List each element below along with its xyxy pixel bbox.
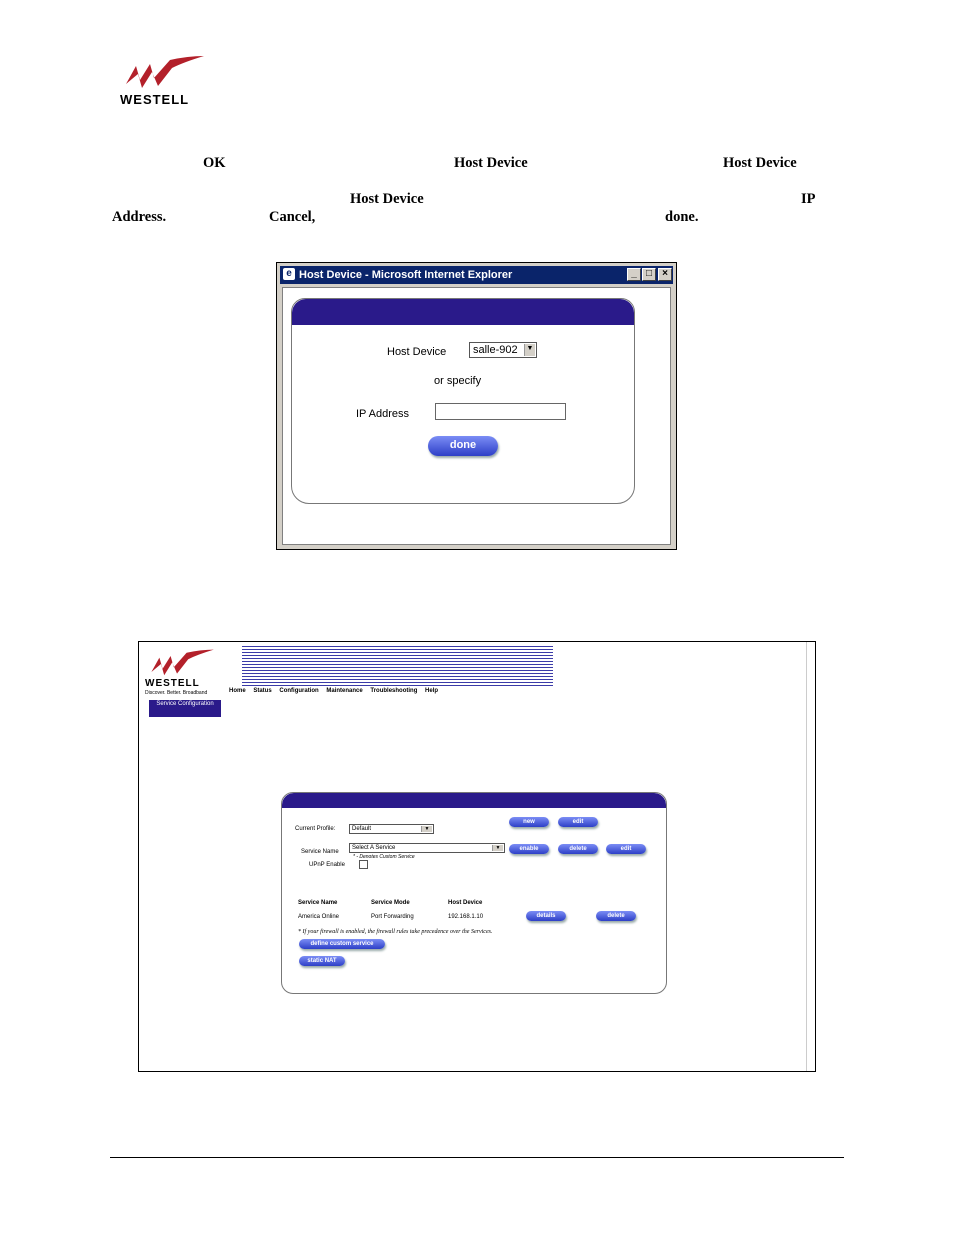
- text-done: done.: [665, 209, 699, 225]
- text-ok: OK: [203, 155, 226, 171]
- window-title: Host Device - Microsoft Internet Explore…: [299, 269, 513, 281]
- maximize-button[interactable]: □: [642, 268, 656, 281]
- service-name-select[interactable]: Select A Service ▼: [349, 843, 505, 853]
- router-brand-name: WESTELL: [145, 678, 200, 689]
- edit-profile-button[interactable]: edit: [558, 817, 598, 827]
- window-titlebar: e Host Device - Microsoft Internet Explo…: [280, 266, 673, 284]
- row-host-device: 192.168.1.10: [448, 914, 484, 920]
- new-profile-button[interactable]: new: [509, 817, 549, 827]
- details-button[interactable]: details: [526, 911, 566, 921]
- firewall-note: * If your firewall is enabled, the firew…: [298, 929, 493, 935]
- row-service-mode: Port Forwarding: [371, 914, 414, 920]
- nav-configuration[interactable]: Configuration: [279, 688, 318, 694]
- close-button[interactable]: ×: [658, 268, 672, 281]
- static-nat-button[interactable]: static NAT: [299, 956, 345, 966]
- westell-logo: WESTELL: [118, 54, 208, 107]
- service-configuration-screenshot: WESTELL Discover. Better. Broadband Home…: [138, 641, 816, 1072]
- chevron-down-icon: ▼: [524, 344, 535, 356]
- westell-swoosh-icon: [151, 649, 214, 676]
- minimize-button[interactable]: _: [627, 268, 641, 281]
- host-device-panel: Host Device salle-902 ▼ or specify IP Ad…: [291, 298, 635, 504]
- text-host-device-3: Host Device: [350, 191, 424, 207]
- nav-maintenance[interactable]: Maintenance: [326, 688, 362, 694]
- text-cancel: Cancel,: [269, 209, 316, 225]
- chevron-down-icon: ▼: [492, 845, 503, 851]
- main-nav: Home Status Configuration Maintenance Tr…: [229, 688, 444, 694]
- panel-header: [282, 793, 666, 808]
- done-button[interactable]: done: [428, 436, 498, 456]
- current-profile-value: Default: [352, 826, 372, 832]
- table-header-host-device: Host Device: [448, 900, 483, 906]
- table-header-service-name: Service Name: [298, 900, 338, 906]
- nav-status[interactable]: Status: [253, 688, 271, 694]
- nav-help[interactable]: Help: [425, 688, 438, 694]
- current-profile-select[interactable]: Default ▼: [349, 824, 434, 834]
- enable-button[interactable]: enable: [509, 844, 549, 854]
- nav-home[interactable]: Home: [229, 688, 246, 694]
- service-name-label: Service Name: [301, 849, 339, 855]
- ip-address-label: IP Address: [356, 408, 409, 420]
- sidebar-item-service-configuration[interactable]: Service Configuration: [149, 700, 221, 717]
- router-logo: WESTELL Discover. Better. Broadband: [145, 648, 225, 696]
- current-profile-label: Current Profile:: [295, 826, 336, 832]
- upnp-enable-label: UPnP Enable: [309, 862, 345, 868]
- edit-service-button[interactable]: edit: [606, 844, 646, 854]
- brand-name: WESTELL: [120, 92, 190, 107]
- scrollbar[interactable]: [806, 642, 815, 1071]
- service-panel: Current Profile: Default ▼ new edit Serv…: [281, 792, 667, 994]
- host-device-label: Host Device: [387, 346, 447, 358]
- host-device-window: e Host Device - Microsoft Internet Explo…: [276, 262, 677, 550]
- text-ip: IP: [801, 191, 816, 207]
- define-custom-service-button[interactable]: define custom service: [299, 939, 385, 949]
- host-device-select-value: salle-902: [473, 344, 518, 356]
- text-host-device-1: Host Device: [454, 155, 528, 171]
- westell-swoosh-icon: [126, 56, 204, 88]
- window-client-area: Host Device salle-902 ▼ or specify IP Ad…: [282, 287, 671, 545]
- ip-address-input[interactable]: [435, 403, 566, 420]
- text-address: Address.: [112, 209, 167, 225]
- ie-icon: e: [283, 268, 295, 280]
- table-header-service-mode: Service Mode: [371, 900, 410, 906]
- or-specify-text: or specify: [434, 375, 482, 387]
- chevron-down-icon: ▼: [421, 826, 432, 832]
- panel-header: [292, 299, 634, 325]
- header-stripes: [242, 644, 553, 688]
- router-tagline: Discover. Better. Broadband: [145, 690, 208, 696]
- row-service-name: America Online: [298, 914, 340, 920]
- footer-divider: [110, 1157, 844, 1158]
- delete-service-button[interactable]: delete: [558, 844, 598, 854]
- upnp-enable-checkbox[interactable]: [359, 860, 368, 869]
- delete-row-button[interactable]: delete: [596, 911, 636, 921]
- service-name-value: Select A Service: [352, 845, 396, 851]
- nav-troubleshooting[interactable]: Troubleshooting: [370, 688, 417, 694]
- host-device-select[interactable]: salle-902 ▼: [469, 342, 537, 358]
- text-host-device-2: Host Device: [723, 155, 797, 171]
